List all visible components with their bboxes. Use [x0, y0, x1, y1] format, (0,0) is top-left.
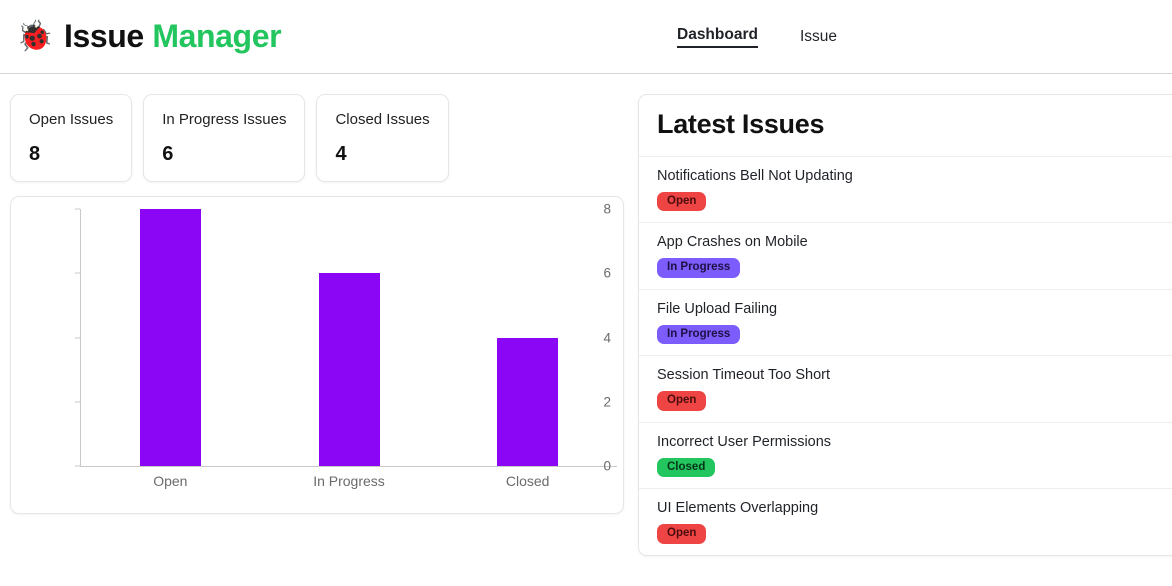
brand-title-accent: Manager: [152, 18, 282, 54]
issue-list-item[interactable]: Incorrect User Permissions Closed: [639, 423, 1172, 490]
stat-value: 4: [335, 143, 347, 165]
issue-title: App Crashes on Mobile: [657, 234, 808, 251]
y-tick-mark: [75, 337, 80, 338]
stats-row: Open Issues 8 In Progress Issues 6 Close…: [10, 94, 624, 182]
issues-bar-chart: 02468 Open In Progress Closed: [10, 196, 624, 514]
status-badge: Open: [657, 391, 707, 411]
dashboard-content: Open Issues 8 In Progress Issues 6 Close…: [0, 74, 1172, 586]
y-tick-mark: [75, 272, 80, 274]
issue-title: Session Timeout Too Short: [657, 367, 831, 384]
bars-layer: [81, 209, 617, 466]
brand-title-primary: Issue: [64, 18, 144, 54]
stat-label: Closed Issues: [335, 111, 430, 128]
status-badge: In Progress: [657, 324, 741, 345]
issue-list-item[interactable]: Session Timeout Too Short Open: [639, 356, 1172, 423]
stat-value: 8: [29, 143, 41, 165]
issue-title: File Upload Failing: [657, 300, 778, 317]
bug-icon: 🐞: [16, 19, 54, 53]
issue-list-item[interactable]: App Crashes on Mobile In Progress: [639, 223, 1172, 290]
status-badge: Open: [657, 524, 707, 544]
y-tick-mark: [75, 401, 80, 403]
bar[interactable]: [497, 337, 559, 466]
issue-title: Incorrect User Permissions: [657, 433, 832, 450]
y-tick-mark: [75, 465, 80, 467]
x-tick-label: Open: [153, 473, 188, 489]
latest-issues-panel: Latest Issues Notifications Bell Not Upd…: [638, 94, 1172, 556]
x-tick-label: In Progress: [313, 473, 385, 489]
x-axis: [80, 466, 617, 467]
stat-label: Open Issues: [29, 111, 114, 128]
chart-plot-area: 02468 Open In Progress Closed: [11, 197, 623, 513]
issue-title: UI Elements Overlapping: [657, 500, 819, 517]
stat-value: 6: [162, 143, 174, 165]
nav-item-dashboard[interactable]: Dashboard: [677, 26, 758, 48]
issue-list-item[interactable]: Notifications Bell Not Updating Open: [639, 157, 1172, 224]
issues-list: Notifications Bell Not Updating Open App C…: [639, 157, 1172, 555]
app-header: 🐞 Issue Manager Dashboard Issue: [0, 0, 1172, 74]
status-badge: Closed: [657, 457, 716, 478]
y-tick-mark: [75, 208, 80, 210]
x-tick-label: Closed: [505, 473, 550, 489]
nav-item-issue[interactable]: Issue: [800, 28, 837, 46]
stat-label: In Progress Issues: [162, 111, 287, 128]
issue-title: Notifications Bell Not Updating: [657, 168, 853, 184]
bar[interactable]: [139, 209, 201, 466]
status-badge: Open: [657, 191, 707, 212]
page-title: Issue Manager: [64, 18, 282, 55]
latest-issues-title: Latest Issues: [639, 95, 1172, 157]
stat-card-open[interactable]: Open Issues 8: [10, 94, 133, 182]
issue-list-item[interactable]: File Upload Failing In Progress: [639, 290, 1172, 357]
stat-card-in-progress[interactable]: In Progress Issues 6: [143, 94, 306, 182]
brand: 🐞 Issue Manager: [16, 18, 282, 55]
main-nav: Dashboard Issue: [677, 26, 837, 48]
bar[interactable]: [318, 273, 380, 466]
status-badge: In Progress: [657, 258, 741, 278]
issue-list-item[interactable]: UI Elements Overlapping Open: [639, 489, 1172, 554]
left-column: Open Issues 8 In Progress Issues 6 Close…: [10, 94, 624, 514]
stat-card-closed[interactable]: Closed Issues 4: [316, 94, 449, 182]
